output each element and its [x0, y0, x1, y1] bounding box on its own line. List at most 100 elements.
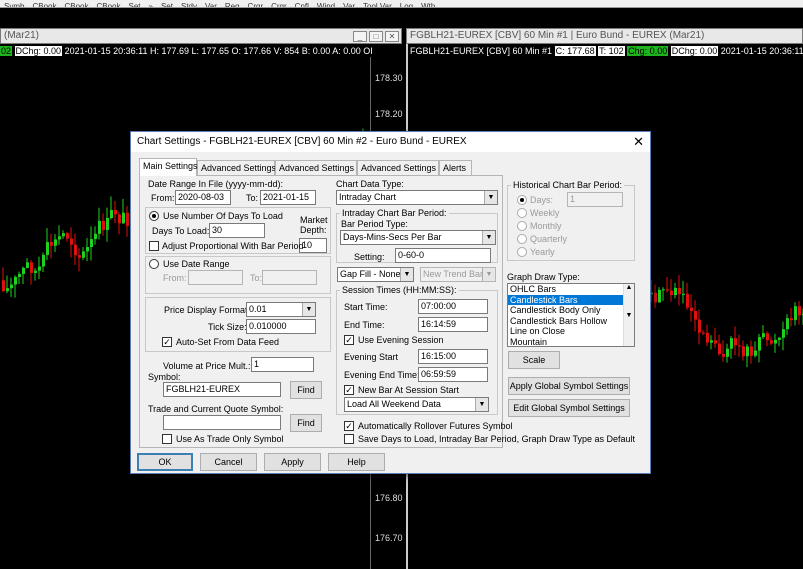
setting-field[interactable]: 0-60-0: [395, 248, 491, 263]
evening-end-field[interactable]: 06:59:59: [418, 367, 488, 382]
close-icon[interactable]: ✕: [385, 31, 399, 42]
toolbar-button[interactable]: Reg: [225, 3, 240, 8]
days-to-load-label: Days To Load:: [152, 226, 210, 236]
candle-body: [750, 346, 753, 356]
start-time-field[interactable]: 07:00:00: [418, 299, 488, 314]
trade-only-checkbox[interactable]: [162, 434, 172, 444]
edit-global-symbol-settings-button[interactable]: Edit Global Symbol Settings: [508, 399, 630, 417]
gap-fill-select[interactable]: Gap Fill - None ▼: [337, 267, 414, 282]
right-chart-title: FGBLH21-EUREX [CBV] 60 Min #1 | Euro Bun…: [410, 30, 705, 41]
tab-main-settings[interactable]: Main Settings: [139, 158, 198, 176]
toolbar-button[interactable]: »: [149, 3, 153, 8]
historical-weekly-radio[interactable]: [517, 208, 527, 218]
toolbar-button[interactable]: Stdy: [181, 3, 197, 8]
toolbar-button[interactable]: CBook: [32, 3, 56, 8]
use-days-label: Use Number Of Days To Load: [163, 211, 283, 221]
toolbar-button[interactable]: Var: [205, 3, 217, 8]
trade-symbol-field[interactable]: [163, 415, 281, 430]
use-days-radio[interactable]: [149, 211, 159, 221]
chevron-down-icon: ▼: [484, 191, 497, 204]
help-button[interactable]: Help: [328, 453, 385, 471]
toolbar-button[interactable]: Set: [161, 3, 173, 8]
weekend-data-select[interactable]: Load All Weekend Data ▼: [344, 397, 489, 412]
to-label: To:: [246, 193, 259, 203]
days-to-load-field[interactable]: 30: [209, 223, 265, 238]
toolbar-button[interactable]: Cnfl: [295, 3, 309, 8]
maximize-icon[interactable]: □: [369, 31, 383, 42]
bar-period-type-select[interactable]: Days-Mins-Secs Per Bar ▼: [340, 230, 496, 245]
graph-draw-type-list[interactable]: OHLC Bars Candlestick Bars Candlestick B…: [507, 283, 635, 347]
tab-advanced-settings[interactable]: Advanced Settings: [197, 160, 276, 175]
candle-body: [698, 319, 701, 333]
historical-monthly-radio[interactable]: [517, 221, 527, 231]
left-status-rest: 2021-01-15 20:36:11 H: 177.69 L: 177.65 …: [64, 46, 372, 56]
close-icon[interactable]: ✕: [633, 134, 644, 150]
candle-body: [50, 242, 53, 246]
evening-start-field[interactable]: 16:15:00: [418, 349, 488, 364]
toolbar-button[interactable]: CBook: [96, 3, 120, 8]
gap-fill-value: Gap Fill - None: [340, 269, 401, 279]
auto-set-checkbox[interactable]: ✓: [162, 337, 172, 347]
trade-symbol-find-button[interactable]: Find: [290, 414, 322, 432]
symbol-field[interactable]: FGBLH21-EUREX: [163, 382, 281, 397]
list-item[interactable]: Line on Close: [508, 326, 634, 337]
list-scrollbar[interactable]: ▲ ▼: [623, 284, 634, 346]
apply-global-symbol-settings-button[interactable]: Apply Global Symbol Settings: [508, 377, 630, 395]
toolbar-button[interactable]: Set: [129, 3, 141, 8]
toolbar-button[interactable]: Symb: [4, 3, 24, 8]
historical-monthly-label: Monthly: [530, 221, 562, 231]
apply-button[interactable]: Apply: [264, 453, 321, 471]
range-from-field[interactable]: [188, 270, 243, 285]
toolbar-button[interactable]: Log: [400, 3, 413, 8]
list-item[interactable]: OHLC Bars: [508, 284, 634, 295]
historical-quarterly-radio[interactable]: [517, 234, 527, 244]
candle-body: [58, 236, 61, 240]
historical-days-radio[interactable]: [517, 195, 527, 205]
tab-alerts[interactable]: Alerts: [439, 160, 472, 175]
toolbar-button[interactable]: Var: [343, 3, 355, 8]
toolbar-button[interactable]: Wind: [317, 3, 335, 8]
toolbar-button[interactable]: Wth: [421, 3, 435, 8]
from-date-field[interactable]: 2020-08-03: [175, 190, 231, 205]
minimize-icon[interactable]: _: [353, 31, 367, 42]
left-status-dchg: DChg: 0.00: [14, 46, 63, 56]
cancel-button[interactable]: Cancel: [200, 453, 257, 471]
save-defaults-checkbox[interactable]: [344, 434, 354, 444]
chart-data-type-select[interactable]: Intraday Chart ▼: [336, 190, 498, 205]
chart-data-type-value: Intraday Chart: [339, 192, 397, 202]
tick-size-field[interactable]: 0.010000: [246, 319, 316, 334]
chevron-down-icon: ▼: [302, 303, 315, 316]
rollover-checkbox[interactable]: ✓: [344, 421, 354, 431]
list-item[interactable]: Candlestick Bars Hollow: [508, 316, 634, 327]
toolbar-button[interactable]: CBook: [64, 3, 88, 8]
symbol-label: Symbol:: [148, 372, 181, 382]
ok-button[interactable]: OK: [137, 453, 193, 471]
new-trend-bar-select[interactable]: New Trend Bar V ▼: [420, 267, 496, 282]
historical-yearly-radio[interactable]: [517, 247, 527, 257]
historical-days-field[interactable]: 1: [567, 192, 623, 207]
price-format-select[interactable]: 0.01 ▼: [246, 302, 316, 317]
candle-body: [790, 318, 793, 321]
tab-advanced-settings-2[interactable]: Advanced Settings 2: [275, 160, 362, 175]
candle-body: [782, 329, 785, 338]
toolbar-button[interactable]: Crgr: [248, 3, 264, 8]
use-evening-checkbox[interactable]: ✓: [344, 335, 354, 345]
list-item[interactable]: Candlestick Bars: [508, 294, 634, 305]
adjust-proportional-checkbox[interactable]: [149, 241, 159, 251]
new-bar-session-checkbox[interactable]: ✓: [344, 385, 354, 395]
volume-mult-field[interactable]: 1: [251, 357, 314, 372]
candle-body: [70, 238, 73, 245]
range-to-field[interactable]: [262, 270, 317, 285]
end-time-field[interactable]: 16:14:59: [418, 317, 488, 332]
candle-body: [778, 337, 781, 340]
symbol-find-button[interactable]: Find: [290, 381, 322, 399]
toolbar-button[interactable]: Crgr: [271, 3, 287, 8]
candle-body: [726, 348, 729, 357]
scale-button[interactable]: Scale: [508, 351, 560, 369]
to-date-field[interactable]: 2021-01-15: [260, 190, 316, 205]
list-item[interactable]: Mountain: [508, 337, 634, 346]
list-item[interactable]: Candlestick Body Only: [508, 305, 634, 316]
toolbar-button[interactable]: Tool Var: [363, 3, 392, 8]
tab-advanced-settings-3[interactable]: Advanced Settings 3: [357, 160, 444, 175]
use-date-range-radio[interactable]: [149, 259, 159, 269]
